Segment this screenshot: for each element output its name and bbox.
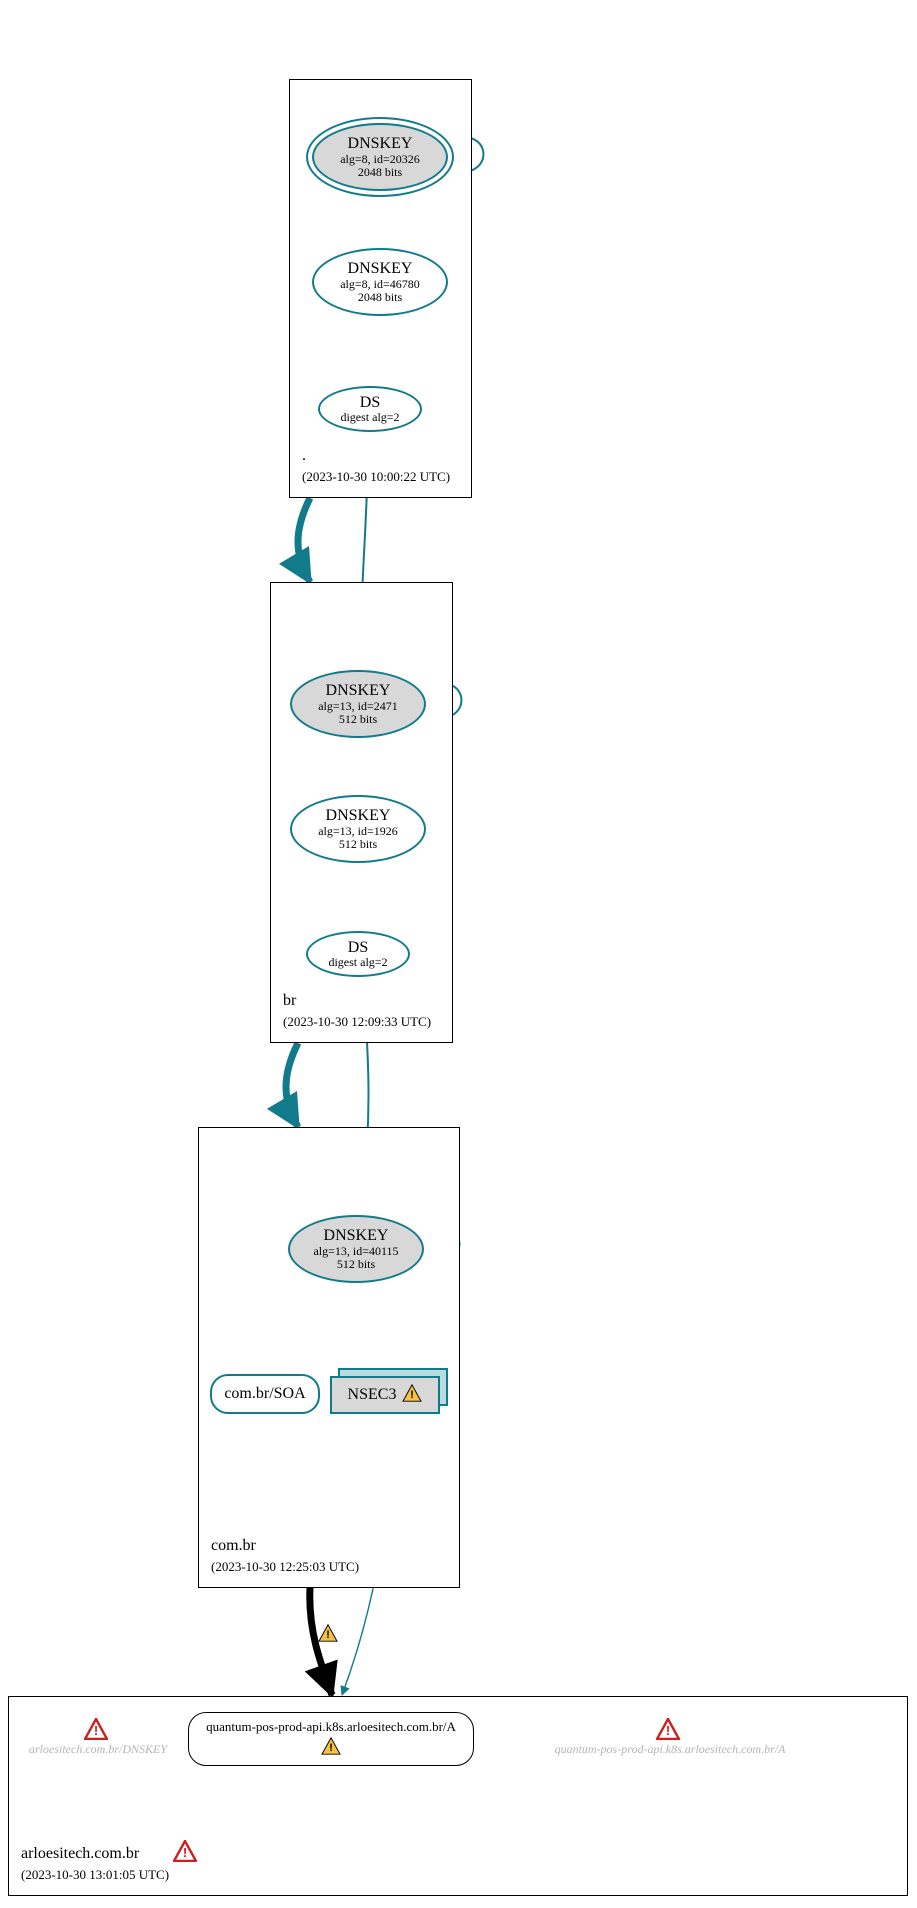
zone-combr-timestamp: (2023-10-30 12:25:03 UTC) (211, 1559, 359, 1575)
ds-br: DS digest alg=2 (306, 931, 410, 977)
nsec3-node: NSEC3 ! (330, 1368, 450, 1418)
ds-root: DS digest alg=2 (318, 386, 422, 432)
zone-root-label: . (302, 447, 306, 465)
dnskey-br-ksk: DNSKEY alg=13, id=2471 512 bits (290, 670, 426, 738)
zone-arlo-label: arloesitech.com.br (21, 1845, 139, 1863)
zone-root-timestamp: (2023-10-30 10:00:22 UTC) (302, 469, 450, 485)
dnskey-br-zsk: DNSKEY alg=13, id=1926 512 bits (290, 795, 426, 863)
node-sub2: 512 bits (339, 713, 377, 726)
zone-br-timestamp: (2023-10-30 12:09:33 UTC) (283, 1014, 431, 1030)
error-icon: ! (173, 1840, 197, 1867)
warning-icon: ! (318, 1624, 338, 1647)
node-title: DNSKEY (326, 807, 391, 825)
dnskey-root-zsk: DNSKEY alg=8, id=46780 2048 bits (312, 248, 448, 316)
svg-text:!: ! (183, 1845, 187, 1860)
node-title: DS (348, 939, 368, 957)
dnskey-combr-ksk: DNSKEY alg=13, id=40115 512 bits (288, 1215, 424, 1283)
zone-combr-label: com.br (211, 1537, 256, 1555)
soa-combr: com.br/SOA (210, 1374, 320, 1414)
dnskey-root-ksk: DNSKEY alg=8, id=20326 2048 bits (312, 123, 448, 191)
node-sub: digest alg=2 (340, 411, 399, 424)
diagram-canvas: ! . (2023-10-30 10:00:22 UTC) DNSKEY alg… (0, 0, 917, 1908)
ghost-dnskey: arloesitech.com.br/DNSKEY (18, 1742, 178, 1757)
node-title: DNSKEY (324, 1227, 389, 1245)
node-sub2: 512 bits (339, 838, 377, 851)
node-sub2: 2048 bits (358, 291, 402, 304)
node-label: quantum-pos-prod-api.k8s.arloesitech.com… (206, 1719, 456, 1735)
node-title: DNSKEY (348, 135, 413, 153)
node-sub2: 2048 bits (358, 166, 402, 179)
node-sub: alg=8, id=20326 (340, 153, 420, 166)
zone-arlo-timestamp: (2023-10-30 13:01:05 UTC) (21, 1867, 169, 1883)
node-sub: alg=13, id=40115 (313, 1245, 398, 1258)
svg-text:!: ! (666, 1723, 670, 1738)
zone-br-label: br (283, 992, 296, 1010)
svg-text:!: ! (326, 1629, 330, 1641)
svg-text:!: ! (94, 1723, 98, 1738)
warning-icon: ! (321, 1737, 341, 1760)
query-record: quantum-pos-prod-api.k8s.arloesitech.com… (188, 1712, 474, 1766)
node-sub: alg=8, id=46780 (340, 278, 420, 291)
node-title: DNSKEY (326, 682, 391, 700)
node-label: NSEC3 (348, 1386, 397, 1404)
node-title: DNSKEY (348, 260, 413, 278)
zone-combr: com.br (2023-10-30 12:25:03 UTC) (198, 1127, 460, 1588)
error-icon: ! (84, 1718, 108, 1745)
error-icon: ! (656, 1718, 680, 1745)
node-title: DS (360, 394, 380, 412)
node-label: com.br/SOA (224, 1385, 305, 1403)
node-sub: alg=13, id=1926 (318, 825, 398, 838)
ghost-a-record: quantum-pos-prod-api.k8s.arloesitech.com… (540, 1742, 800, 1757)
node-sub2: 512 bits (337, 1258, 375, 1271)
node-sub: alg=13, id=2471 (318, 700, 398, 713)
warning-icon: ! (402, 1384, 422, 1407)
svg-text:!: ! (411, 1388, 415, 1400)
node-sub: digest alg=2 (328, 956, 387, 969)
svg-text:!: ! (329, 1741, 333, 1753)
